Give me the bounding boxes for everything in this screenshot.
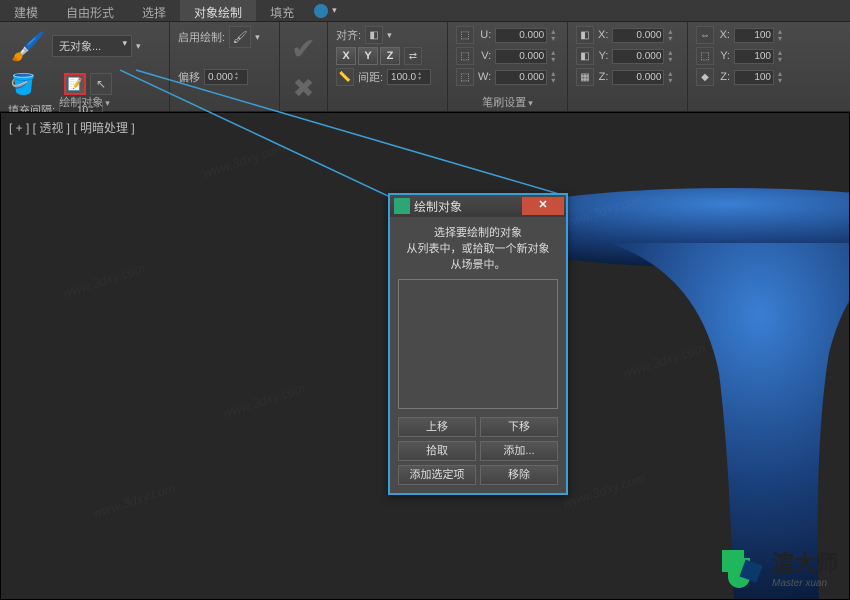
dialog-title: 绘制对象 (414, 198, 522, 215)
remove-button[interactable]: 移除 (480, 465, 558, 485)
object-listbox[interactable] (398, 279, 558, 409)
add-button[interactable]: 添加... (480, 441, 558, 461)
logo-subtext: Master xuan (772, 578, 838, 589)
logo-text: 渲大师 (772, 546, 838, 578)
paint-objects-dialog: 绘制对象 ✕ 选择要绘制的对象 从列表中，或拾取一个新对象 从场景中。 上移 下… (388, 193, 568, 495)
move-up-button[interactable]: 上移 (398, 417, 476, 437)
brand-logo: 渲大师 Master xuan (720, 544, 838, 590)
move-down-button[interactable]: 下移 (480, 417, 558, 437)
add-selected-button[interactable]: 添加选定项 (398, 465, 476, 485)
close-button[interactable]: ✕ (522, 197, 564, 215)
logo-mark (720, 544, 766, 590)
dialog-message: 选择要绘制的对象 从列表中，或拾取一个新对象 从场景中。 (398, 225, 558, 273)
dialog-titlebar[interactable]: 绘制对象 ✕ (390, 195, 566, 217)
pick-button[interactable]: 拾取 (398, 441, 476, 461)
app-icon (394, 198, 410, 214)
